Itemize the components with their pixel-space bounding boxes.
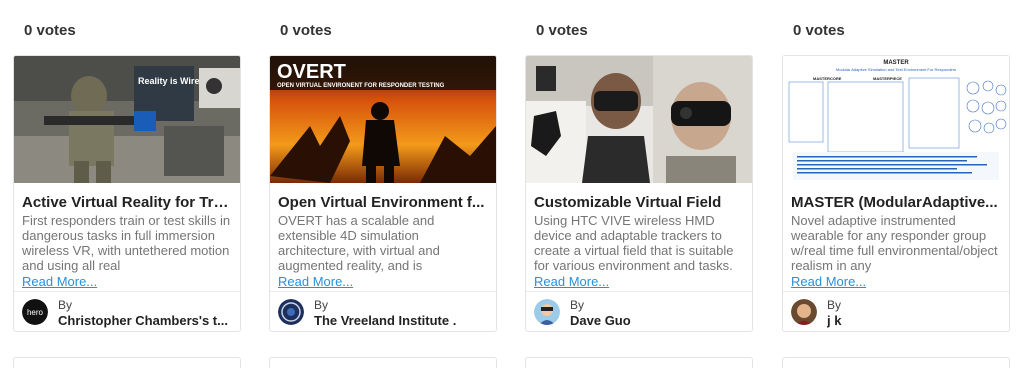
- card-footer: hero By Christopher Chambers's t...: [14, 291, 240, 331]
- card-thumbnail[interactable]: Reality is Wireless: [14, 56, 240, 183]
- vote-count: 0 votes: [24, 22, 76, 39]
- project-card[interactable]: Customizable Virtual Field Using HTC VIV…: [525, 55, 753, 332]
- read-more-link[interactable]: Read More...: [791, 274, 866, 289]
- read-more-link[interactable]: Read More...: [534, 274, 609, 289]
- by-label: By: [570, 298, 585, 312]
- vote-count: 0 votes: [793, 22, 845, 39]
- by-label: By: [58, 298, 73, 312]
- card-thumbnail[interactable]: MASTER Modular Adaptive Simulation and T…: [783, 56, 1009, 183]
- project-card[interactable]: Reality is Wireless Active Virtual Reali…: [13, 55, 241, 332]
- card-footer: By j k: [783, 291, 1009, 331]
- author-name[interactable]: j k: [827, 313, 1005, 328]
- thumbnail-title: OVERT: [277, 61, 346, 83]
- thumbnail-subtitle: OPEN VIRTUAL ENVIRONENT FOR RESPONDER TE…: [277, 83, 445, 89]
- author-name[interactable]: Dave Guo: [570, 313, 748, 328]
- card-footer: By Dave Guo: [526, 291, 752, 331]
- card-thumbnail[interactable]: [526, 56, 752, 183]
- card-title[interactable]: Customizable Virtual Field: [534, 194, 746, 211]
- thumbnail-title: MASTER: [883, 60, 909, 66]
- by-label: By: [314, 298, 329, 312]
- avatar[interactable]: [534, 299, 560, 325]
- author-name[interactable]: Christopher Chambers's t...: [58, 313, 236, 328]
- avatar[interactable]: [278, 299, 304, 325]
- avatar-text: hero: [27, 308, 44, 317]
- card-title[interactable]: Open Virtual Environment f...: [278, 194, 490, 211]
- thumbnail-subtitle: Modular Adaptive Simulation and Test Env…: [836, 67, 956, 72]
- vote-count: 0 votes: [536, 22, 588, 39]
- card-description: Novel adaptive instrumented wearable for…: [791, 213, 998, 273]
- card-description: Using HTC VIVE wireless HMD device and a…: [534, 213, 734, 273]
- card-description: First responders train or test skills in…: [22, 213, 231, 273]
- card-footer: By The Vreeland Institute .: [270, 291, 496, 331]
- avatar[interactable]: hero: [22, 299, 48, 325]
- vote-count: 0 votes: [280, 22, 332, 39]
- read-more-link[interactable]: Read More...: [22, 274, 97, 289]
- project-card[interactable]: OVERT OPEN VIRTUAL ENVIRONENT FOR RESPON…: [269, 55, 497, 332]
- author-name[interactable]: The Vreeland Institute .: [314, 313, 492, 328]
- thumbnail-label: MASTERCORE: [813, 76, 842, 81]
- by-label: By: [827, 298, 842, 312]
- card-title[interactable]: Active Virtual Reality for Tra...: [22, 194, 234, 211]
- card-thumbnail[interactable]: OVERT OPEN VIRTUAL ENVIRONENT FOR RESPON…: [270, 56, 496, 183]
- thumbnail-label: MASTERPIECE: [873, 76, 902, 81]
- project-card[interactable]: MASTER Modular Adaptive Simulation and T…: [782, 55, 1010, 332]
- avatar[interactable]: [791, 299, 817, 325]
- card-title[interactable]: MASTER (ModularAdaptive...: [791, 194, 1003, 211]
- card-description: OVERT has a scalable and extensible 4D s…: [278, 213, 440, 273]
- read-more-link[interactable]: Read More...: [278, 274, 353, 289]
